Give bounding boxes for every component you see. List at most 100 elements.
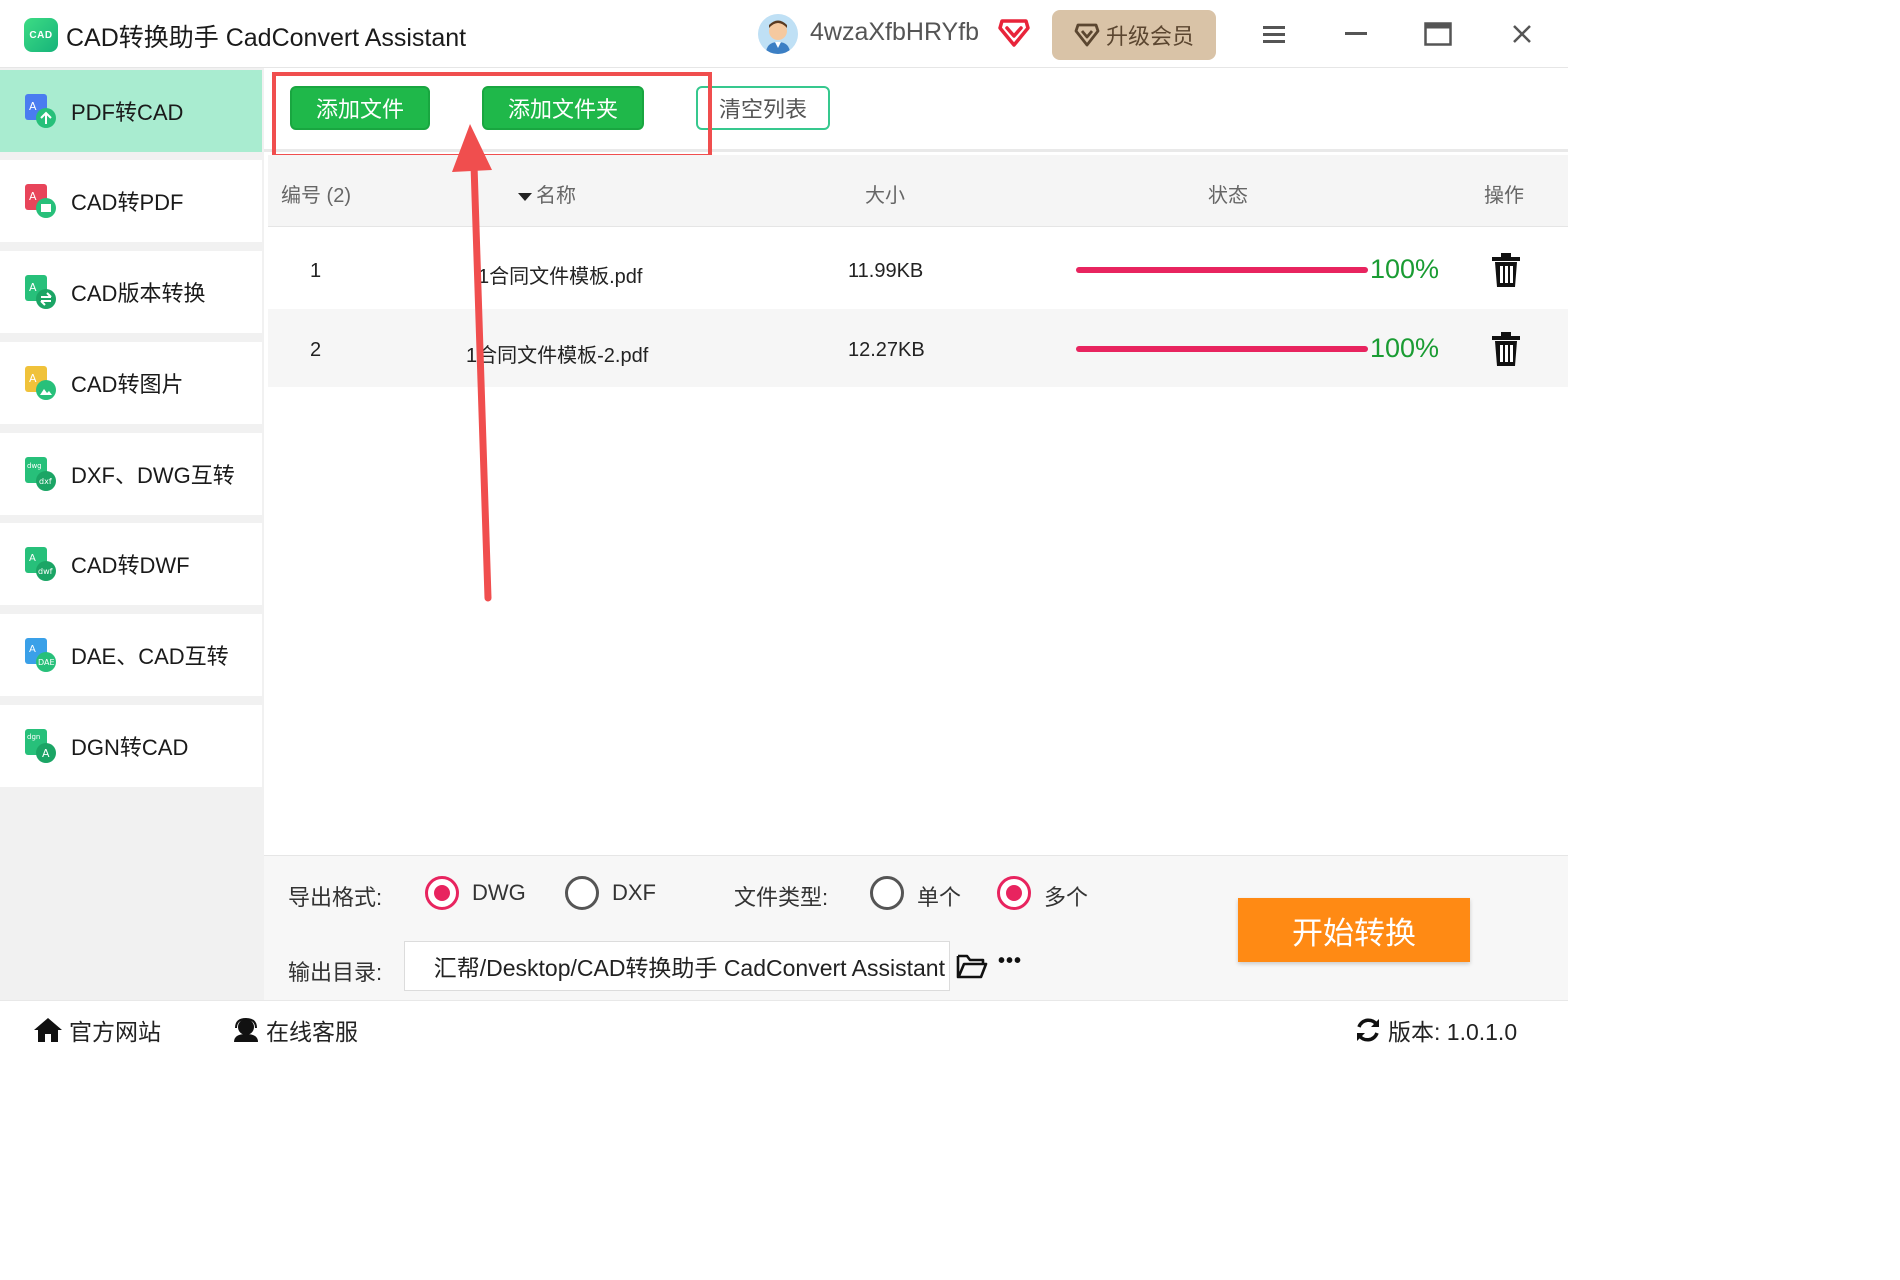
close-icon (1513, 25, 1531, 43)
svg-text:dwf: dwf (38, 567, 53, 576)
sidebar-item-dxf-dwg[interactable]: dwg dxf DXF、DWG互转 (0, 433, 262, 515)
close-button[interactable] (1502, 14, 1542, 54)
output-dir-value: 汇帮/Desktop/CAD转换助手 CadConvert Assistant (433, 955, 945, 981)
minimize-button[interactable] (1336, 14, 1376, 54)
official-website-link[interactable]: 官方网站 (33, 1013, 161, 1047)
upgrade-label: 升级会员 (1105, 24, 1194, 49)
row-file-size: 11.99KB (848, 260, 924, 282)
progress-percent: 100% (1370, 254, 1440, 284)
maximize-icon (1424, 22, 1452, 46)
start-convert-button[interactable]: 开始转换 (1238, 898, 1470, 962)
delete-row-button[interactable] (1490, 331, 1522, 367)
row-file-name: 1合同文件模板-2.pdf (466, 345, 649, 367)
type-multiple-label[interactable]: 多个 (1044, 880, 1088, 912)
row-index: 1 (310, 260, 322, 282)
app-title: CAD转换助手 CadConvert Assistant (66, 24, 467, 52)
column-header-index[interactable]: 编号 (2) (281, 179, 351, 208)
cad-to-pdf-icon: A (25, 184, 56, 218)
headset-icon (234, 1017, 258, 1042)
svg-text:A: A (29, 553, 36, 564)
sidebar-item-cad-version[interactable]: A CAD版本转换 (0, 251, 262, 333)
delete-row-button[interactable] (1490, 252, 1522, 288)
table-header: 编号 (2) 名称 大小 状态 操作 (268, 155, 1568, 227)
title-bar: CAD CAD转换助手 CadConvert Assistant 4wzaXfb… (0, 0, 1568, 68)
format-dxf-radio[interactable] (565, 876, 599, 910)
user-avatar[interactable] (758, 14, 798, 54)
sidebar-item-cad-to-image[interactable]: A CAD转图片 (0, 342, 262, 424)
type-single-label[interactable]: 单个 (917, 880, 961, 912)
home-icon (34, 1018, 62, 1042)
progress-bar (1076, 346, 1368, 352)
column-header-name-label: 名称 (536, 185, 576, 207)
file-type-label: 文件类型: (734, 885, 829, 910)
table-row[interactable]: 2 1合同文件模板-2.pdf 12.27KB 100% (268, 309, 1568, 387)
svg-text:dwg: dwg (27, 462, 42, 470)
sidebar-item-pdf-to-cad[interactable]: A PDF转CAD (0, 70, 262, 152)
column-header-status: 状态 (1208, 185, 1248, 207)
sidebar-item-label: CAD版本转换 (71, 281, 206, 306)
export-format-label: 导出格式: (288, 885, 383, 910)
row-file-size: 12.27KB (848, 339, 925, 361)
maximize-button[interactable] (1418, 14, 1458, 54)
add-folder-button[interactable]: 添加文件夹 (482, 86, 644, 130)
output-dir-field[interactable]: 汇帮/Desktop/CAD转换助手 CadConvert Assistant (404, 941, 950, 991)
browse-folder-button[interactable] (956, 952, 988, 985)
svg-text:dxf: dxf (39, 477, 52, 486)
type-single-radio[interactable] (870, 876, 904, 910)
progress-bar-fill (1076, 346, 1368, 352)
folder-open-icon (956, 954, 988, 979)
svg-text:A: A (29, 372, 37, 385)
sidebar: A PDF转CAD A CAD转PDF A CAD版本转换 A CAD转图片 d… (0, 68, 264, 1000)
sidebar-item-label: CAD转图片 (71, 372, 184, 397)
clear-list-button[interactable]: 清空列表 (696, 86, 830, 130)
dxf-dwg-icon: dwg dxf (25, 457, 56, 491)
online-support-link[interactable]: 在线客服 (232, 1013, 358, 1047)
app-logo: CAD (24, 18, 58, 52)
svg-text:DAE: DAE (38, 658, 55, 667)
svg-text:A: A (29, 281, 37, 294)
minimize-icon (1345, 32, 1367, 35)
column-header-size[interactable]: 大小 (865, 179, 905, 208)
sidebar-item-label: DXF、DWG互转 (71, 463, 235, 488)
svg-text:A: A (29, 100, 37, 113)
row-file-name: 1合同文件模板.pdf (478, 266, 643, 288)
sidebar-item-label: CAD转PDF (71, 190, 184, 215)
username: 4wzaXfbHRYfb (810, 18, 980, 46)
sidebar-item-dae-cad[interactable]: A DAE DAE、CAD互转 (0, 614, 262, 696)
output-dir-label: 输出目录: (288, 960, 383, 985)
version-info[interactable]: 版本: 1.0.1.0 (1354, 1013, 1517, 1047)
status-bar: 官方网站 在线客服 版本: 1.0.1.0 (0, 1000, 1568, 1056)
cad-to-dwf-icon: A dwf (25, 547, 56, 581)
sort-down-icon (518, 192, 532, 201)
type-multiple-radio[interactable] (997, 876, 1031, 910)
svg-text:A: A (29, 190, 37, 203)
online-support-label: 在线客服 (266, 1019, 358, 1045)
refresh-icon (1357, 1018, 1379, 1042)
dgn-to-cad-icon: dgn A (25, 729, 56, 763)
upgrade-membership-button[interactable]: 升级会员 (1052, 10, 1216, 60)
sidebar-item-cad-to-pdf[interactable]: A CAD转PDF (0, 160, 262, 242)
format-dxf-label[interactable]: DXF (612, 880, 656, 906)
diamond-icon (1074, 23, 1100, 47)
sidebar-item-label: CAD转DWF (71, 553, 190, 578)
official-website-label: 官方网站 (69, 1019, 161, 1045)
progress-bar (1076, 267, 1368, 273)
sidebar-item-label: DAE、CAD互转 (71, 644, 229, 669)
sidebar-item-label: DGN转CAD (71, 735, 189, 760)
more-options-button[interactable]: ••• (998, 950, 1022, 973)
menu-button[interactable] (1254, 14, 1294, 54)
sidebar-item-cad-to-dwf[interactable]: A dwf CAD转DWF (0, 523, 262, 605)
svg-text:dgn: dgn (27, 733, 40, 741)
dae-cad-icon: A DAE (25, 638, 56, 672)
trash-icon (1492, 332, 1520, 366)
table-row[interactable]: 1 1合同文件模板.pdf 11.99KB 100% (268, 230, 1568, 308)
add-file-button[interactable]: 添加文件 (290, 86, 430, 130)
format-dwg-radio[interactable] (425, 876, 459, 910)
hamburger-icon (1263, 26, 1285, 43)
pdf-to-cad-icon: A (25, 94, 56, 128)
cad-version-icon: A (25, 275, 56, 309)
format-dwg-label[interactable]: DWG (472, 880, 526, 906)
sidebar-item-dgn-to-cad[interactable]: dgn A DGN转CAD (0, 705, 262, 787)
column-header-name[interactable]: 名称 (518, 179, 576, 208)
progress-bar-fill (1076, 267, 1368, 273)
